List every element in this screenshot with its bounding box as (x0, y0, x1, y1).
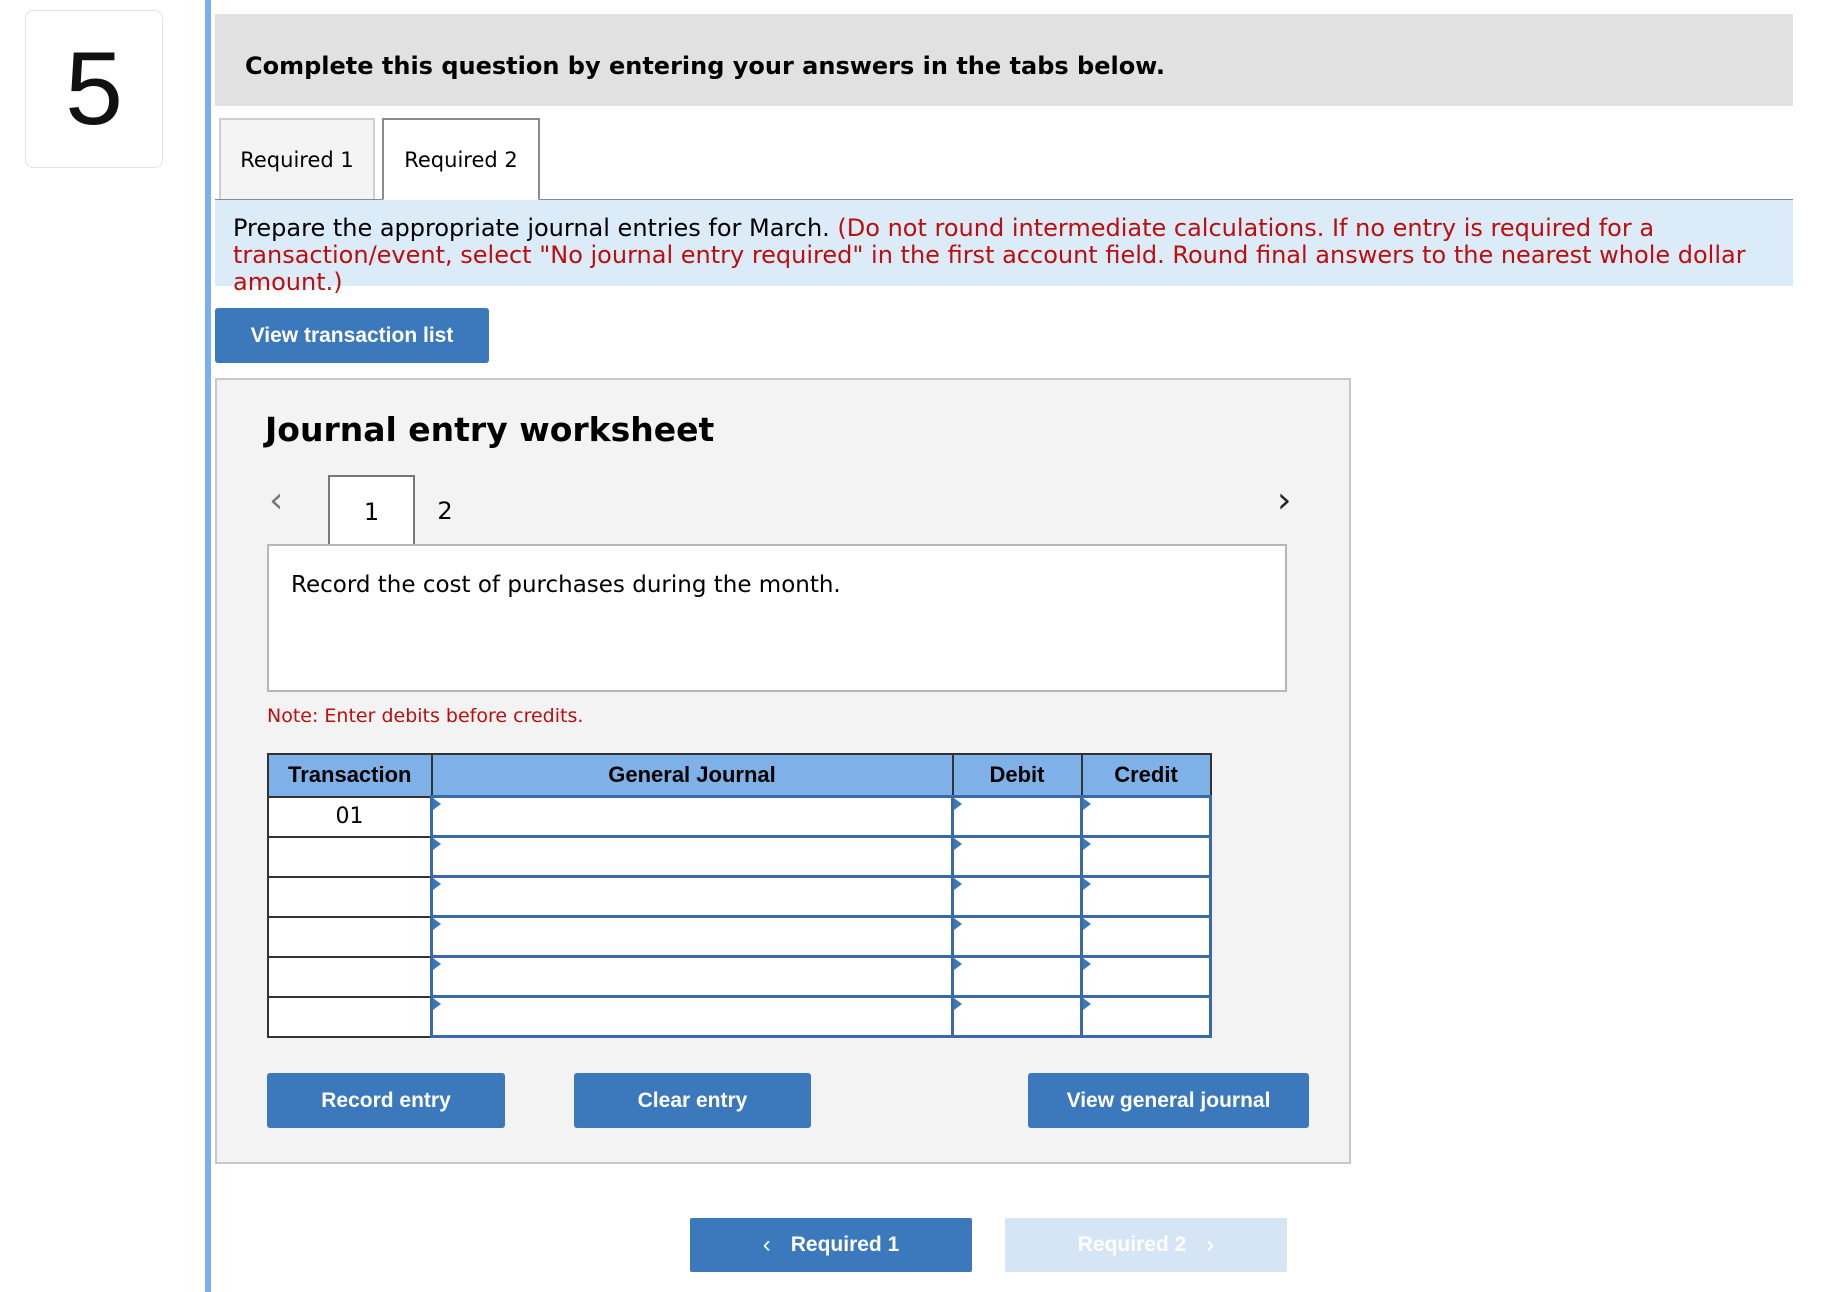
debit-input[interactable] (951, 875, 1083, 918)
record-entry-button[interactable]: Record entry (267, 1073, 505, 1128)
header-transaction: Transaction (267, 753, 433, 798)
credit-input[interactable] (1080, 915, 1212, 958)
debit-input[interactable] (951, 795, 1083, 838)
view-transaction-list-button[interactable]: View transaction list (215, 308, 489, 363)
clear-entry-button[interactable]: Clear entry (574, 1073, 811, 1128)
account-input[interactable] (430, 995, 954, 1038)
left-accent-rule (205, 0, 211, 1292)
transaction-cell (267, 915, 433, 958)
question-number: 5 (25, 10, 163, 168)
prev-requirement-label: Required 1 (790, 1233, 900, 1256)
debit-input[interactable] (951, 835, 1083, 878)
transaction-cell (267, 955, 433, 998)
requirement-tabs: Required 1 Required 2 (215, 118, 1793, 201)
instructions-box: Prepare the appropriate journal entries … (215, 200, 1793, 296)
worksheet-page-1[interactable]: 1 (328, 475, 415, 546)
next-requirement-label: Required 2 (1077, 1233, 1187, 1256)
transaction-cell (267, 835, 433, 878)
table-header-row: Transaction General Journal Debit Credit (267, 753, 1212, 798)
chevron-right-icon: › (1186, 1231, 1215, 1258)
tab-required-2[interactable]: Required 2 (382, 118, 540, 201)
account-input[interactable] (430, 955, 954, 998)
account-input[interactable] (430, 835, 954, 878)
debit-credit-note: Note: Enter debits before credits. (267, 705, 584, 727)
instructions-main: Prepare the appropriate journal entries … (233, 214, 838, 242)
next-requirement-button: Required 2 › (1005, 1218, 1287, 1272)
chevron-left-icon: ‹ (762, 1231, 791, 1258)
credit-input[interactable] (1080, 875, 1212, 918)
header-credit: Credit (1080, 753, 1212, 798)
prev-requirement-button[interactable]: ‹ Required 1 (690, 1218, 972, 1272)
description-text: Record the cost of purchases during the … (291, 572, 841, 598)
transaction-description: Record the cost of purchases during the … (267, 544, 1287, 692)
chevron-right-icon[interactable]: › (1277, 480, 1291, 521)
transaction-cell (267, 995, 433, 1038)
worksheet-title: Journal entry worksheet (265, 410, 715, 449)
worksheet-page-2[interactable]: 2 (415, 475, 475, 546)
header-text: Complete this question by entering your … (245, 52, 1165, 80)
table-row (267, 835, 1212, 878)
journal-entry-worksheet: Journal entry worksheet ‹ 1 2 › Record t… (215, 378, 1351, 1164)
credit-input[interactable] (1080, 795, 1212, 838)
credit-input[interactable] (1080, 995, 1212, 1038)
header-debit: Debit (951, 753, 1083, 798)
debit-input[interactable] (951, 915, 1083, 958)
table-row (267, 875, 1212, 918)
account-input[interactable] (430, 795, 954, 838)
transaction-cell (267, 875, 433, 918)
account-input[interactable] (430, 915, 954, 958)
chevron-left-icon[interactable]: ‹ (269, 480, 283, 521)
debit-input[interactable] (951, 955, 1083, 998)
view-general-journal-button[interactable]: View general journal (1028, 1073, 1309, 1128)
table-row: 01 (267, 795, 1212, 838)
credit-input[interactable] (1080, 955, 1212, 998)
table-row (267, 995, 1212, 1038)
tab-required-1[interactable]: Required 1 (219, 118, 375, 199)
debit-input[interactable] (951, 995, 1083, 1038)
transaction-cell: 01 (267, 795, 433, 838)
header-general-journal: General Journal (430, 753, 954, 798)
credit-input[interactable] (1080, 835, 1212, 878)
table-row (267, 955, 1212, 998)
journal-table: Transaction General Journal Debit Credit… (267, 753, 1212, 1038)
table-row (267, 915, 1212, 958)
question-header: Complete this question by entering your … (215, 14, 1793, 106)
account-input[interactable] (430, 875, 954, 918)
